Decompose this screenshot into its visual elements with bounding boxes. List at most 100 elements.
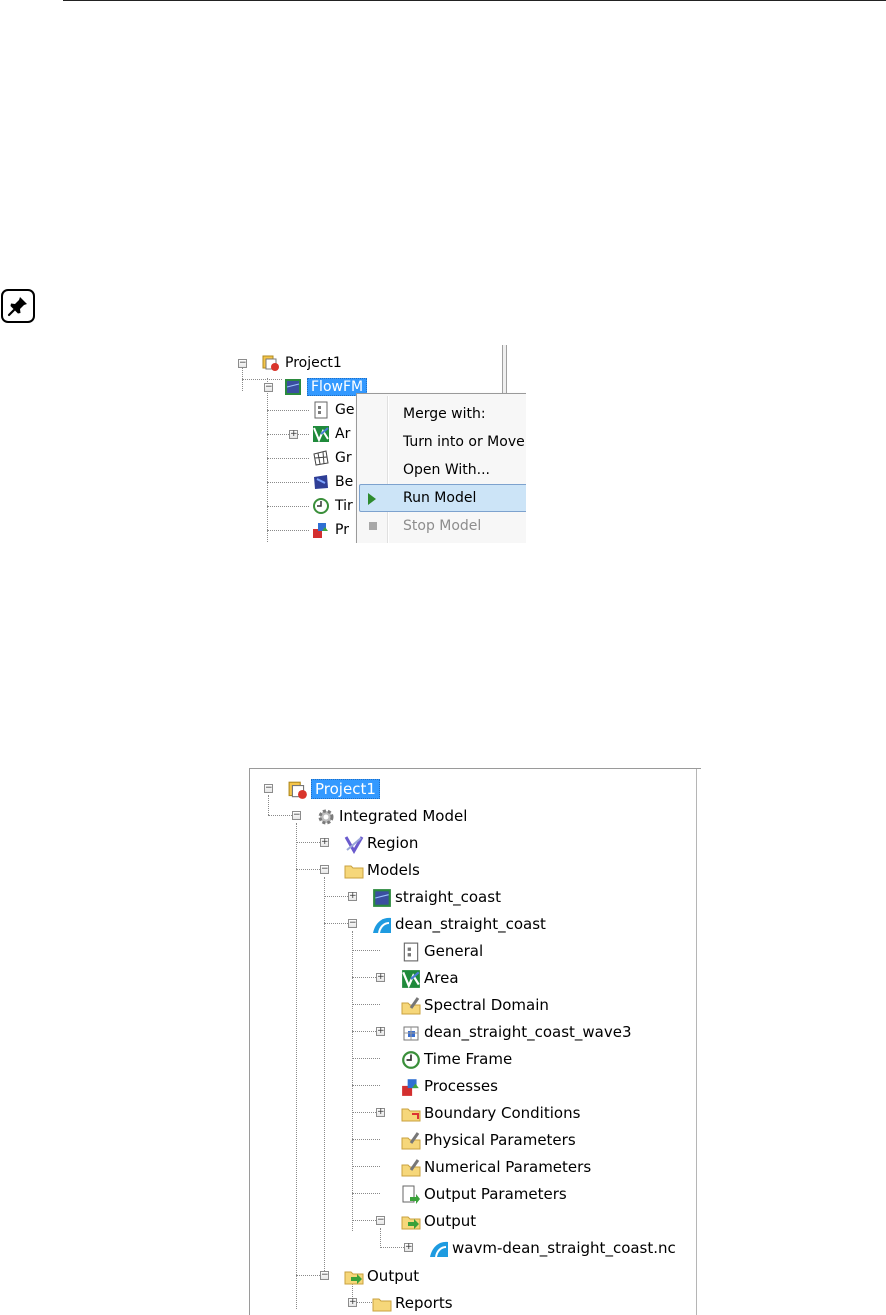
tree-item-label: Time Frame — [424, 1050, 513, 1068]
collapse-toggle[interactable]: − — [264, 383, 273, 392]
tree-item-output-parameters[interactable]: Output Parameters — [401, 1182, 567, 1206]
integrated-model-tree-screenshot: − − + − + − + + + − + − + Project1 Integ… — [249, 768, 701, 1315]
processes-icon — [312, 521, 330, 539]
tree-item-label: Output — [367, 1267, 420, 1285]
boundary-folder-icon — [401, 1104, 421, 1122]
tree-item-label: Integrated Model — [339, 807, 468, 825]
time-frame-icon — [312, 497, 330, 515]
menu-item-merge-with[interactable]: Merge with: — [359, 400, 526, 428]
collapse-toggle[interactable]: − — [348, 919, 357, 928]
output-folder-icon — [344, 1267, 364, 1285]
menu-item-open-with[interactable]: Open With... — [359, 456, 526, 484]
tree-item-output[interactable]: Output — [344, 1264, 419, 1288]
menu-item-stop-model[interactable]: Stop Model — [359, 512, 526, 540]
tree-item-dean-straight-coast[interactable]: dean_straight_coast — [372, 912, 546, 936]
tree-item-label: Models — [367, 861, 420, 879]
tree-item-label: Be — [335, 474, 354, 490]
tree-item-boundary-conditions[interactable]: Boundary Conditions — [401, 1101, 580, 1125]
project-tree: − − + − + − + + + − + − + Project1 Integ… — [250, 769, 696, 1315]
folder-icon — [344, 861, 364, 879]
region-icon — [344, 834, 364, 855]
tree-item-grid[interactable]: Gr — [312, 447, 352, 469]
folder-edit-icon — [401, 1158, 421, 1177]
tree-item-models[interactable]: Models — [344, 858, 420, 882]
tree-item-label: Pr — [335, 522, 349, 538]
collapse-toggle[interactable]: − — [376, 1216, 385, 1225]
tree-item-project[interactable]: Project1 — [262, 352, 342, 374]
expand-toggle[interactable]: + — [320, 838, 329, 847]
collapse-toggle[interactable]: − — [320, 1271, 329, 1280]
tree-item-label: Reports — [395, 1294, 453, 1312]
tree-item-reports[interactable]: Reports — [372, 1291, 453, 1315]
expand-toggle[interactable]: + — [376, 1108, 385, 1117]
tree-item-output[interactable]: Output — [401, 1209, 476, 1233]
tree-item-label: Output — [424, 1212, 477, 1230]
menu-item-turn-into-integrated-model[interactable]: Turn into or Move to Integrated Model — [359, 428, 526, 456]
tree-item-processes[interactable]: Processes — [401, 1074, 498, 1098]
tree-item-label: Output Parameters — [424, 1185, 567, 1203]
grid-icon — [401, 1023, 419, 1041]
tree-item-area[interactable]: Area — [401, 966, 459, 990]
processes-icon — [401, 1077, 419, 1096]
tree-item-bed-level[interactable]: Be — [312, 471, 353, 493]
context-menu: Merge with: Turn into or Move to Integra… — [356, 393, 526, 543]
expand-toggle[interactable]: + — [404, 1243, 413, 1252]
tree-item-spectral-domain[interactable]: Spectral Domain — [401, 993, 549, 1017]
menu-item-run-model[interactable]: Run Model — [359, 484, 526, 512]
gear-icon — [316, 807, 334, 825]
project-icon — [262, 354, 280, 372]
expand-toggle[interactable]: + — [348, 1298, 357, 1307]
tree-item-time-frame[interactable]: Tir — [312, 495, 353, 517]
expand-toggle[interactable]: + — [289, 430, 298, 439]
collapse-toggle[interactable]: − — [292, 811, 301, 820]
tree-item-label: Area — [424, 969, 459, 987]
tree-item-numerical-parameters[interactable]: Numerical Parameters — [401, 1155, 591, 1179]
expand-toggle[interactable]: + — [348, 892, 357, 901]
tree-item-time-frame[interactable]: Time Frame — [401, 1047, 512, 1071]
tree-item-integrated-model[interactable]: Integrated Model — [316, 804, 467, 828]
tree-item-dean-straight-coast-wave3[interactable]: dean_straight_coast_wave3 — [401, 1020, 632, 1044]
tree-item-label: Ge — [335, 402, 355, 418]
play-icon — [368, 493, 376, 505]
expand-toggle[interactable]: + — [376, 1027, 385, 1036]
tree-item-label: Boundary Conditions — [424, 1104, 581, 1122]
collapse-toggle[interactable]: − — [264, 784, 273, 793]
collapse-toggle[interactable]: − — [238, 359, 247, 368]
tree-item-label: General — [424, 942, 484, 960]
tree-item-wavm-file[interactable]: wavm-dean_straight_coast.nc — [429, 1236, 676, 1260]
folder-icon — [372, 1294, 392, 1312]
project-icon — [288, 780, 307, 799]
tree-item-label: dean_straight_coast — [395, 915, 546, 933]
area-icon — [401, 969, 420, 989]
folder-edit-icon — [401, 996, 421, 1015]
context-menu-screenshot: − Project1 − FlowFM Ge + Ar Gr Be Tir Pr… — [228, 345, 526, 543]
tree-item-label: Region — [367, 834, 419, 852]
tree-item-physical-parameters[interactable]: Physical Parameters — [401, 1128, 576, 1152]
page-rule — [63, 0, 886, 1]
expand-toggle[interactable]: + — [376, 973, 385, 982]
tree-item-label: Physical Parameters — [424, 1131, 576, 1149]
flowfm-model-icon — [284, 378, 302, 396]
stop-icon — [369, 522, 377, 530]
collapse-toggle[interactable]: − — [320, 865, 329, 874]
tree-item-flowfm[interactable]: FlowFM — [284, 376, 368, 398]
tree-item-label: dean_straight_coast_wave3 — [424, 1023, 632, 1041]
tree-item-label: Processes — [424, 1077, 498, 1095]
tree-item-label: Numerical Parameters — [424, 1158, 592, 1176]
tree-item-label: Ar — [335, 426, 351, 442]
tree-item-label: Project1 — [285, 355, 342, 371]
tree-item-area[interactable]: Ar — [312, 423, 350, 445]
tree-item-processes[interactable]: Pr — [312, 519, 349, 541]
tree-item-general[interactable]: Ge — [312, 399, 354, 421]
area-icon — [312, 425, 330, 443]
tree-item-label: Spectral Domain — [424, 996, 549, 1014]
pin-note-icon — [1, 289, 35, 323]
tree-item-label: Gr — [335, 450, 352, 466]
wave-icon — [372, 915, 391, 934]
tree-item-project[interactable]: Project1 — [288, 777, 380, 801]
tree-item-straight-coast[interactable]: straight_coast — [372, 885, 501, 909]
tree-item-region[interactable]: Region — [344, 831, 418, 855]
time-frame-icon — [401, 1050, 420, 1069]
tree-item-label: Project1 — [311, 779, 380, 799]
tree-item-general[interactable]: General — [401, 939, 483, 963]
